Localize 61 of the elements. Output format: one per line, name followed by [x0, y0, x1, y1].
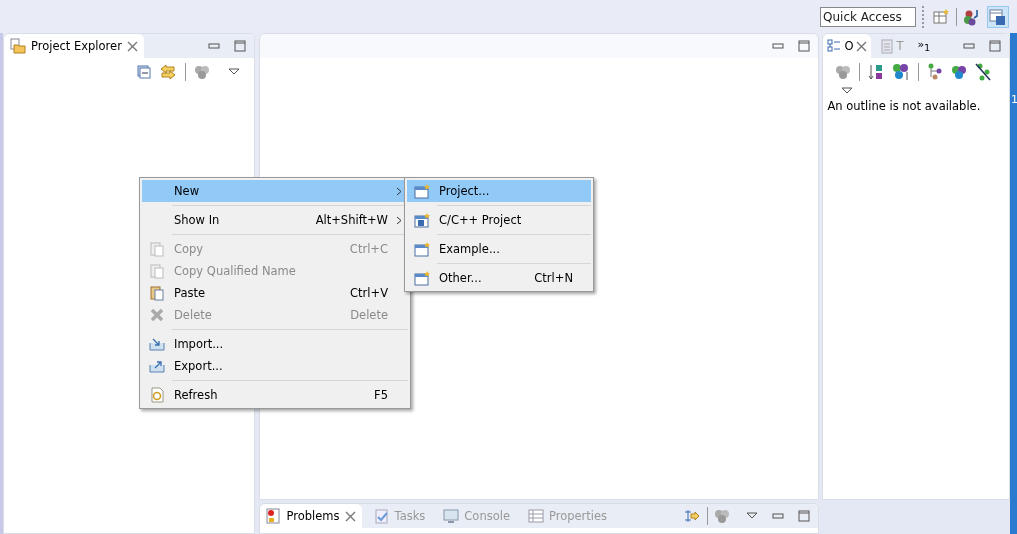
tray-arrow-icon — [149, 337, 165, 351]
minimize-icon[interactable] — [772, 40, 785, 52]
table-icon — [528, 508, 544, 524]
new-project-icon — [413, 270, 431, 286]
document-icon — [881, 38, 894, 54]
minimize-icon[interactable] — [772, 510, 785, 522]
menu-item[interactable]: Refresh F5 — [142, 384, 408, 406]
edge-marker: 1 — [1011, 93, 1017, 106]
clipboard-icon — [150, 285, 164, 301]
tray-arrow-icon — [149, 359, 165, 373]
spheres-icon[interactable] — [835, 65, 852, 79]
x-icon — [150, 308, 164, 322]
dropdown-icon[interactable] — [746, 512, 759, 520]
hierarchy-icon[interactable] — [927, 63, 944, 81]
spheres-icon[interactable] — [892, 63, 911, 81]
view-tab[interactable]: »$_{1}$ — [913, 34, 935, 58]
clipboard-check-icon — [373, 508, 390, 524]
view-tab[interactable]: Problems — [259, 504, 362, 528]
minimize-icon[interactable] — [963, 40, 975, 52]
maximize-icon[interactable] — [233, 40, 246, 52]
close-icon[interactable] — [126, 40, 138, 52]
monitor-icon — [443, 508, 460, 524]
menu-item[interactable]: Export... — [142, 355, 408, 377]
view-tab[interactable]: O — [823, 34, 872, 58]
open-perspective-icon[interactable] — [932, 7, 950, 26]
menu-item[interactable]: Other... Ctrl+N — [407, 267, 591, 289]
minimize-icon[interactable] — [207, 40, 220, 52]
maximize-icon[interactable] — [798, 510, 811, 522]
quick-access-field[interactable]: Quick Access — [820, 6, 916, 27]
collapse-all-icon[interactable] — [136, 65, 151, 79]
problems-icon — [265, 508, 282, 524]
cpp-perspective-icon[interactable] — [987, 5, 1009, 28]
link-arrows-icon[interactable] — [158, 64, 177, 80]
maximize-icon[interactable] — [798, 40, 811, 52]
menu-item[interactable]: Project... — [407, 180, 591, 202]
chevron-icon — [396, 186, 402, 196]
new-project-icon — [413, 183, 431, 199]
chevron-icon — [396, 215, 402, 225]
dropdown-icon[interactable] — [227, 68, 240, 76]
maximize-icon[interactable] — [989, 40, 1001, 52]
folder-icon — [10, 38, 26, 54]
close-icon[interactable] — [344, 510, 356, 522]
document-icon — [150, 241, 164, 257]
menu-item[interactable]: Import... — [142, 333, 408, 355]
outline-icon — [827, 39, 842, 53]
new-project-icon — [413, 241, 431, 257]
spheres-icon[interactable] — [951, 65, 968, 79]
dropdown-icon[interactable] — [841, 87, 854, 95]
menu-item[interactable]: Show In Alt+Shift+W — [142, 209, 408, 231]
view-tab[interactable]: Project Explorer — [4, 34, 144, 58]
close-icon[interactable] — [856, 40, 868, 52]
menu-item[interactable]: Paste Ctrl+V — [142, 282, 408, 304]
spheres-icon[interactable] — [193, 65, 210, 79]
document-icon — [150, 263, 164, 279]
crossed-hierarchy-icon[interactable] — [975, 63, 992, 81]
pin-arrow-icon[interactable] — [683, 509, 702, 523]
outline-message: An outline is not available. — [826, 98, 982, 115]
debug-perspective-icon[interactable] — [963, 7, 981, 26]
menu-item[interactable]: C/C++ Project — [407, 209, 591, 231]
menu-item[interactable]: Example... — [407, 238, 591, 260]
c-project-icon — [413, 212, 431, 228]
